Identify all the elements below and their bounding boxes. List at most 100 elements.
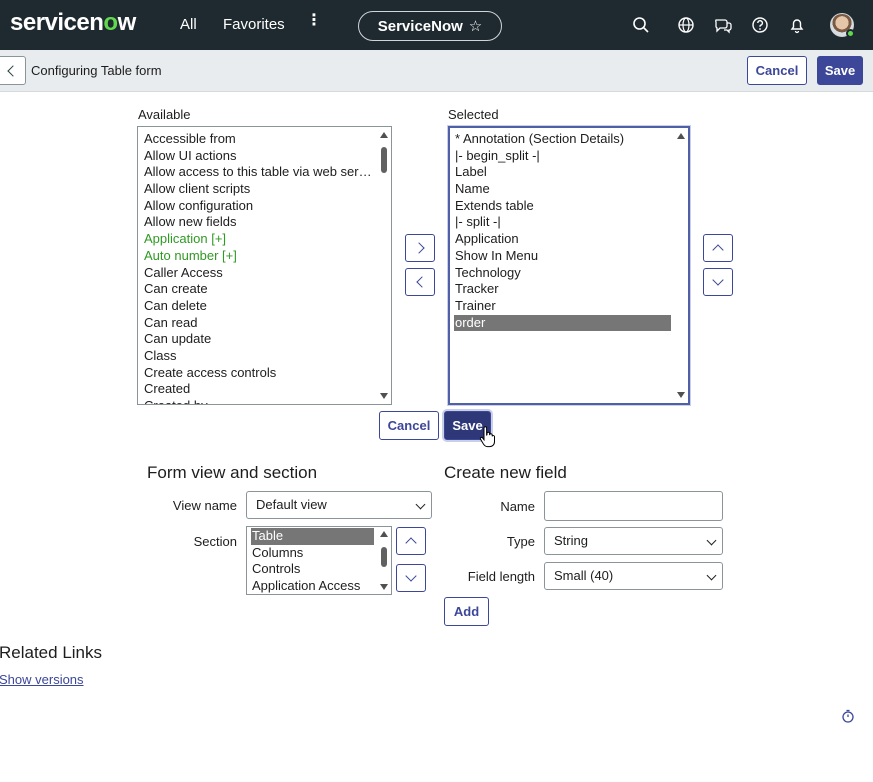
selected-label: Selected bbox=[448, 107, 499, 122]
list-item[interactable]: Columns bbox=[251, 545, 374, 562]
star-icon[interactable]: ☆ bbox=[469, 17, 482, 35]
list-item[interactable]: Accessible from bbox=[143, 131, 375, 148]
list-item[interactable]: Extends table bbox=[454, 198, 671, 215]
field-type-value: String bbox=[554, 533, 588, 548]
selected-items: * Annotation (Section Details) |- begin_s… bbox=[454, 131, 671, 332]
list-item[interactable]: * Annotation (Section Details) bbox=[454, 131, 671, 148]
nav-all[interactable]: All bbox=[180, 16, 197, 33]
list-item[interactable]: |- begin_split -| bbox=[454, 148, 671, 165]
section-label: Section bbox=[193, 534, 237, 549]
add-to-selected-button[interactable] bbox=[405, 234, 435, 262]
section-move-down-button[interactable] bbox=[396, 564, 426, 592]
list-item[interactable]: Can delete bbox=[143, 298, 375, 315]
view-name-select[interactable]: Default view bbox=[246, 491, 432, 519]
list-item[interactable]: Can read bbox=[143, 315, 375, 332]
section-move-up-button[interactable] bbox=[396, 527, 426, 555]
list-item[interactable]: Show In Menu bbox=[454, 248, 671, 265]
add-field-button[interactable]: Add bbox=[444, 597, 489, 626]
list-item[interactable]: order bbox=[454, 314, 671, 332]
chevron-down-icon bbox=[712, 274, 724, 286]
available-items: Accessible from Allow UI actions Allow acc… bbox=[143, 131, 375, 404]
scroll-up-icon[interactable] bbox=[380, 132, 388, 138]
field-name-input[interactable] bbox=[544, 491, 723, 521]
instance-pill-label: ServiceNow bbox=[377, 17, 463, 35]
remove-from-selected-button[interactable] bbox=[405, 268, 435, 296]
chevron-down-icon bbox=[706, 570, 717, 581]
list-item[interactable]: Table bbox=[251, 528, 374, 545]
more-menu-icon[interactable]: ⋮ bbox=[306, 13, 322, 29]
list-item[interactable]: Trainer bbox=[454, 298, 671, 315]
timer-icon[interactable] bbox=[841, 709, 855, 723]
search-icon[interactable] bbox=[631, 15, 651, 35]
header-save-button[interactable]: Save bbox=[817, 56, 863, 85]
available-label: Available bbox=[138, 107, 191, 122]
chevron-down-icon bbox=[706, 535, 717, 546]
field-type-select[interactable]: String bbox=[544, 527, 723, 555]
list-item[interactable]: Allow new fields bbox=[143, 214, 375, 231]
section-scrollbar[interactable] bbox=[377, 527, 391, 594]
section-items: Table Columns Controls Application Access bbox=[251, 528, 374, 594]
list-item[interactable]: Caller Access bbox=[143, 265, 375, 282]
list-item[interactable]: Can update bbox=[143, 331, 375, 348]
available-list[interactable]: Accessible from Allow UI actions Allow acc… bbox=[137, 126, 392, 405]
list-item[interactable]: Create access controls bbox=[143, 365, 375, 382]
list-item[interactable]: Name bbox=[454, 181, 671, 198]
online-status-dot bbox=[846, 29, 855, 38]
list-item[interactable]: Application bbox=[454, 231, 671, 248]
servicenow-logo[interactable]: servicenow bbox=[10, 9, 136, 37]
back-button[interactable] bbox=[0, 56, 26, 85]
scroll-thumb[interactable] bbox=[381, 547, 387, 567]
form-header: Configuring Table form Cancel Save bbox=[0, 50, 873, 92]
bell-icon[interactable] bbox=[787, 15, 807, 35]
scroll-up-icon[interactable] bbox=[677, 133, 685, 139]
globe-icon[interactable] bbox=[676, 15, 696, 35]
slushbucket-cancel-button[interactable]: Cancel bbox=[379, 411, 439, 440]
header-cancel-button[interactable]: Cancel bbox=[747, 56, 807, 85]
list-item[interactable]: Label bbox=[454, 164, 671, 181]
top-nav: servicenow All Favorites ⋮ ServiceNow ☆ bbox=[0, 0, 873, 50]
help-icon[interactable] bbox=[750, 15, 770, 35]
list-item[interactable]: Controls bbox=[251, 561, 374, 578]
instance-pill[interactable]: ServiceNow ☆ bbox=[358, 11, 502, 41]
field-length-select[interactable]: Small (40) bbox=[544, 562, 723, 590]
move-down-button[interactable] bbox=[703, 268, 733, 296]
view-name-value: Default view bbox=[256, 497, 327, 512]
scroll-thumb[interactable] bbox=[381, 147, 387, 173]
available-scrollbar[interactable] bbox=[377, 127, 391, 404]
chevron-up-icon bbox=[712, 244, 724, 256]
show-versions-link[interactable]: Show versions bbox=[0, 672, 84, 687]
selected-list[interactable]: * Annotation (Section Details) |- begin_s… bbox=[448, 126, 690, 405]
chevron-up-icon bbox=[405, 537, 417, 549]
selected-scrollbar[interactable] bbox=[674, 128, 688, 403]
list-item[interactable]: Tracker bbox=[454, 281, 671, 298]
nav-favorites[interactable]: Favorites bbox=[223, 16, 285, 33]
chevron-right-icon bbox=[412, 242, 425, 254]
scroll-down-icon[interactable] bbox=[380, 584, 388, 590]
chat-icon[interactable] bbox=[713, 15, 733, 35]
field-name-label: Name bbox=[500, 499, 535, 514]
list-item[interactable]: Created by bbox=[143, 398, 375, 404]
chevron-left-icon bbox=[6, 64, 19, 77]
chevron-left-icon bbox=[415, 276, 428, 288]
list-item[interactable]: Auto number [+] bbox=[143, 248, 375, 265]
create-field-heading: Create new field bbox=[444, 463, 567, 482]
list-item[interactable]: Application [+] bbox=[143, 231, 375, 248]
list-item[interactable]: Class bbox=[143, 348, 375, 365]
scroll-up-icon[interactable] bbox=[380, 531, 388, 537]
list-item[interactable]: Allow UI actions bbox=[143, 148, 375, 165]
section-list[interactable]: Table Columns Controls Application Access bbox=[246, 526, 392, 595]
scroll-down-icon[interactable] bbox=[677, 392, 685, 398]
avatar[interactable] bbox=[830, 13, 855, 38]
list-item[interactable]: Application Access bbox=[251, 578, 374, 594]
list-item[interactable]: Created bbox=[143, 381, 375, 398]
list-item[interactable]: |- split -| bbox=[454, 214, 671, 231]
list-item[interactable]: Allow client scripts bbox=[143, 181, 375, 198]
list-item[interactable]: Can create bbox=[143, 281, 375, 298]
scroll-down-icon[interactable] bbox=[380, 393, 388, 399]
field-type-label: Type bbox=[506, 534, 535, 549]
list-item[interactable]: Allow configuration bbox=[143, 198, 375, 215]
field-length-label: Field length bbox=[467, 569, 535, 584]
list-item[interactable]: Allow access to this table via web servi… bbox=[143, 164, 375, 181]
list-item[interactable]: Technology bbox=[454, 265, 671, 282]
move-up-button[interactable] bbox=[703, 234, 733, 262]
